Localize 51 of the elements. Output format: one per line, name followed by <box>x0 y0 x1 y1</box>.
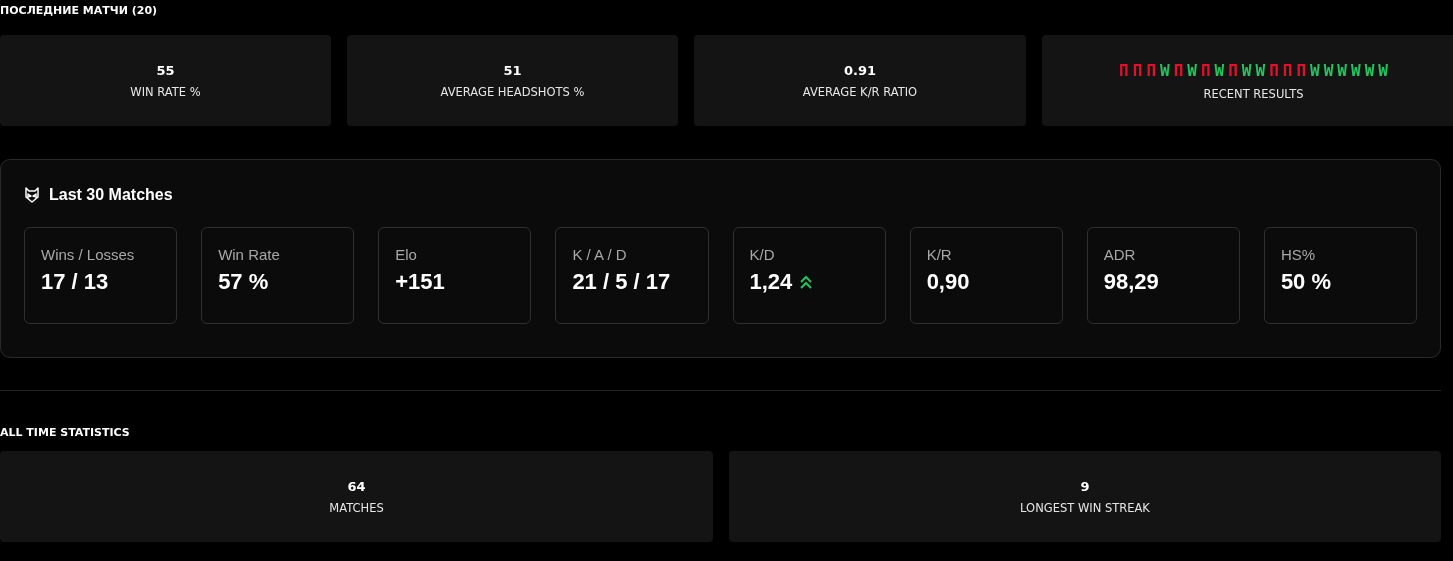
stat-label: K / A / D <box>572 246 628 263</box>
stat-label: AVERAGE HEADSHOTS % <box>440 84 585 99</box>
panel-title: Last 30 Matches <box>49 186 173 204</box>
stat-value: 21 / 5 / 17 <box>572 269 671 295</box>
result-letter: W <box>1255 60 1266 80</box>
stat-label: MATCHES <box>329 500 384 515</box>
stat-label: K/R <box>926 246 953 263</box>
stat-value: 98,29 <box>1103 269 1159 295</box>
result-letter: W <box>1323 60 1334 80</box>
stat-label: Wins / Losses <box>41 246 136 263</box>
result-letter: W <box>1214 60 1225 80</box>
result-letter: W <box>1364 60 1375 80</box>
result-letter: П <box>1146 60 1156 80</box>
result-letter: П <box>1132 60 1143 80</box>
result-letter: W <box>1351 60 1361 80</box>
result-letter: П <box>1119 60 1129 80</box>
result-letter: П <box>1173 60 1184 80</box>
stat-label: Win Rate <box>218 246 281 263</box>
stat-value: 55 <box>156 62 175 78</box>
stat-label: K/D <box>749 246 776 263</box>
stat-value: 51 <box>503 62 522 78</box>
result-letter: W <box>1310 60 1320 80</box>
stat-label: HS% <box>1280 246 1317 263</box>
result-letter: W <box>1160 60 1170 80</box>
result-letter: П <box>1296 60 1307 80</box>
wolf-head-icon <box>24 187 40 203</box>
result-letter: W <box>1241 60 1252 80</box>
section-title: ПОСЛЕДНИЕ МАТЧИ (20) <box>0 3 159 19</box>
stat-value: 50 % <box>1280 269 1332 295</box>
result-letter: W <box>1378 60 1388 80</box>
result-letter: П <box>1269 60 1279 80</box>
stat-value: 0.91 <box>843 62 877 78</box>
stat-label: WIN RATE % <box>130 84 201 99</box>
stat-label: Elo <box>395 246 418 263</box>
stat-value: 17 / 13 <box>41 269 109 295</box>
stat-label: AVERAGE K/R RATIO <box>802 84 918 99</box>
section-title: ALL TIME STATISTICS <box>0 425 131 441</box>
stat-value: 64 <box>347 478 366 494</box>
stat-value: +151 <box>395 269 445 295</box>
stat-label: RECENT RESULTS <box>1203 86 1304 101</box>
stat-label: LONGEST WIN STREAK <box>1020 500 1150 515</box>
stat-value: 0,90 <box>926 269 970 295</box>
stat-value: 57 % <box>218 269 269 295</box>
result-letter: П <box>1228 60 1238 80</box>
stat-value: 1,24 <box>749 269 793 295</box>
result-letter: W <box>1337 60 1347 80</box>
stat-value: 9 <box>1080 478 1090 494</box>
stat-label: ADR <box>1103 246 1137 263</box>
result-letter: П <box>1282 60 1293 80</box>
result-letter: W <box>1187 60 1197 80</box>
result-letter: П <box>1200 60 1211 80</box>
